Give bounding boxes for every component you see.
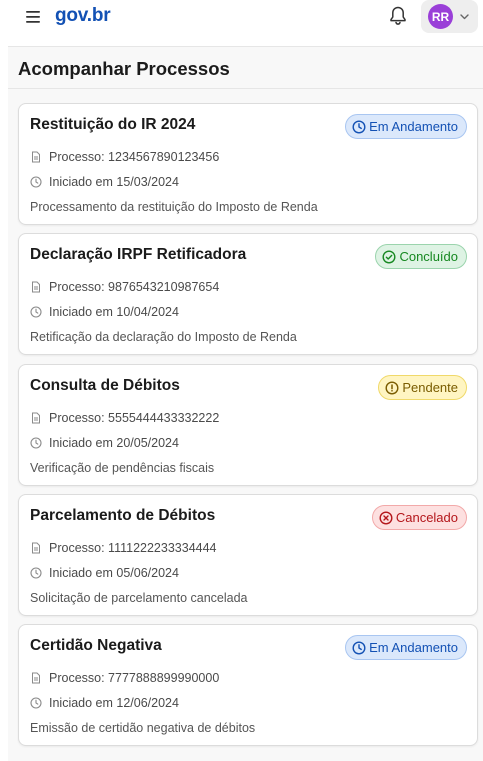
document-icon: [30, 672, 42, 684]
notifications-button[interactable]: [388, 5, 408, 27]
process-number: Processo: 1111222233334444: [49, 541, 217, 555]
process-description: Emissão de certidão negativa de débitos: [30, 721, 256, 735]
process-card[interactable]: Certidão Negativa Em Andamento Processo:…: [18, 624, 478, 746]
clock-icon: [30, 437, 42, 449]
status-badge: Concluído: [375, 244, 467, 269]
process-description: Verificação de pendências fiscais: [30, 461, 215, 475]
status-label: Em Andamento: [369, 640, 458, 655]
process-title: Consulta de Débitos: [30, 377, 180, 394]
chevron-down-icon: [460, 14, 469, 20]
process-card[interactable]: Consulta de Débitos Pendente Processo: 5…: [18, 364, 478, 486]
process-number-row: Processo: 1234567890123456: [30, 150, 219, 164]
start-date: Iniciado em 05/06/2024: [49, 566, 179, 580]
status-label: Cancelado: [395, 510, 458, 525]
process-description: Retificação da declaração do Imposto de …: [30, 330, 297, 344]
process-card[interactable]: Restituição do IR 2024 Em Andamento Proc…: [18, 103, 478, 225]
title-divider: [8, 88, 483, 89]
alert-circle-icon: [385, 380, 399, 395]
process-card[interactable]: Parcelamento de Débitos Cancelado Proces…: [18, 494, 478, 616]
start-date-row: Iniciado em 15/03/2024: [30, 175, 179, 189]
start-date: Iniciado em 15/03/2024: [49, 175, 179, 189]
process-card[interactable]: Declaração IRPF Retificadora Concluído P…: [18, 233, 478, 355]
document-icon: [30, 412, 42, 424]
process-number: Processo: 1234567890123456: [49, 150, 220, 164]
process-description: Solicitação de parcelamento cancelada: [30, 591, 248, 605]
clock-icon: [352, 119, 366, 134]
status-label: Concluído: [399, 249, 458, 264]
process-title: Parcelamento de Débitos: [30, 507, 216, 524]
app-frame: gov.br RR Acompanhar Processos Restituiç…: [8, 0, 483, 761]
start-date: Iniciado em 20/05/2024: [49, 436, 179, 450]
clock-icon: [30, 697, 42, 709]
start-date-row: Iniciado em 05/06/2024: [30, 566, 179, 580]
clock-icon: [30, 567, 42, 579]
status-badge: Cancelado: [371, 505, 467, 530]
process-number-row: Processo: 5555444433332222: [30, 411, 219, 425]
status-badge: Pendente: [378, 375, 467, 400]
user-avatar: RR: [428, 4, 453, 29]
page-title: Acompanhar Processos: [18, 58, 230, 79]
process-number-row: Processo: 7777888899990000: [30, 671, 219, 685]
status-label: Pendente: [402, 380, 458, 395]
hamburger-menu-button[interactable]: [24, 7, 44, 27]
clock-icon: [30, 306, 42, 318]
status-badge: Em Andamento: [345, 635, 467, 660]
clock-icon: [30, 176, 42, 188]
start-date-row: Iniciado em 12/06/2024: [30, 696, 179, 710]
process-description: Processamento da restituição do Imposto …: [30, 200, 318, 214]
process-title: Certidão Negativa: [30, 637, 162, 654]
start-date: Iniciado em 10/04/2024: [49, 305, 179, 319]
check-circle-icon: [382, 249, 396, 264]
process-number-row: Processo: 9876543210987654: [30, 280, 219, 294]
x-circle-icon: [379, 510, 393, 525]
top-header: gov.br RR: [8, 0, 483, 47]
process-number-row: Processo: 1111222233334444: [30, 541, 217, 555]
gov-br-logo[interactable]: gov.br: [55, 5, 111, 29]
process-number: Processo: 5555444433332222: [49, 411, 220, 425]
process-number: Processo: 7777888899990000: [49, 671, 220, 685]
status-badge: Em Andamento: [345, 114, 467, 139]
start-date-row: Iniciado em 20/05/2024: [30, 436, 179, 450]
clock-icon: [352, 640, 366, 655]
process-number: Processo: 9876543210987654: [49, 280, 220, 294]
user-menu-button[interactable]: RR: [421, 0, 478, 33]
start-date: Iniciado em 12/06/2024: [49, 696, 179, 710]
status-label: Em Andamento: [369, 119, 458, 134]
document-icon: [30, 151, 42, 163]
process-title: Restituição do IR 2024: [30, 116, 196, 133]
hamburger-menu-icon: [26, 11, 40, 23]
document-icon: [30, 542, 42, 554]
document-icon: [30, 281, 42, 293]
bell-icon: [390, 6, 406, 25]
process-title: Declaração IRPF Retificadora: [30, 246, 247, 263]
start-date-row: Iniciado em 10/04/2024: [30, 305, 179, 319]
